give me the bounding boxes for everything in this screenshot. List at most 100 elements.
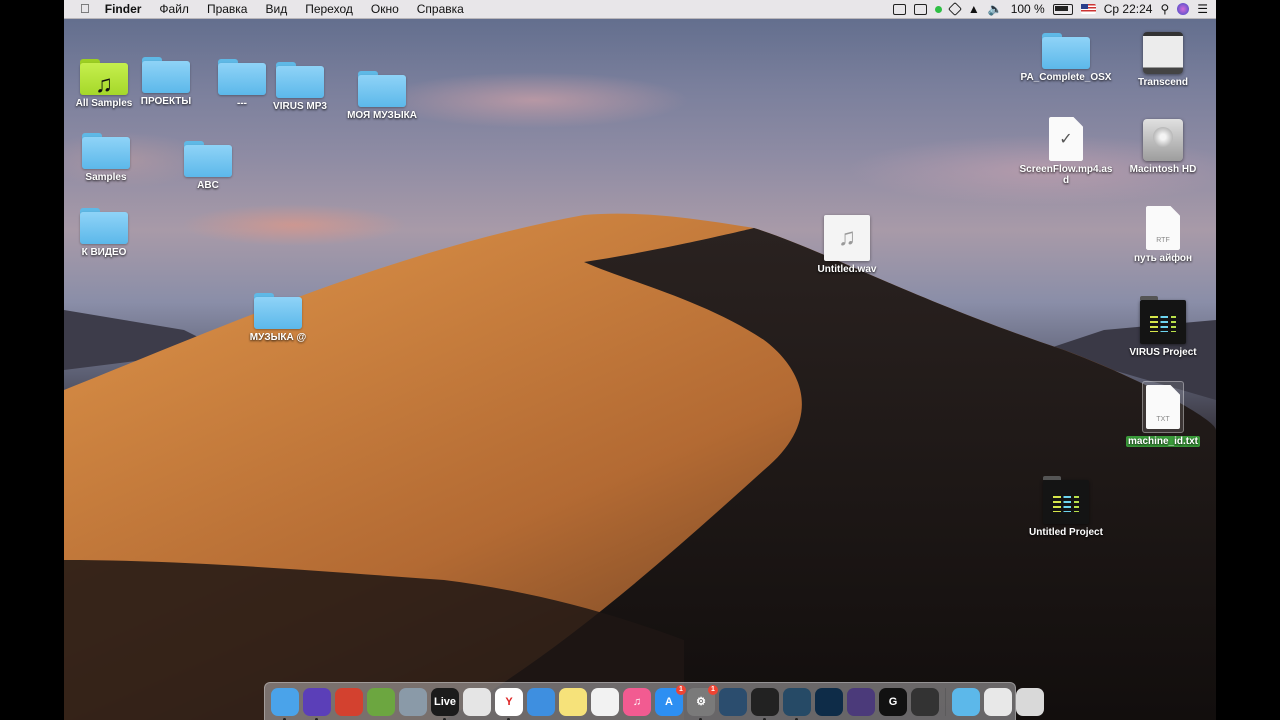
dock-separator — [945, 687, 946, 716]
photos-icon[interactable] — [591, 687, 619, 716]
desktop-item-label: ABC — [197, 180, 219, 191]
desktop-item-label: Transcend — [1137, 77, 1189, 88]
txt-document-icon: TXT — [1146, 385, 1180, 429]
menu-file[interactable]: Файл — [150, 0, 198, 18]
folder-icon — [82, 133, 130, 169]
folder-icon — [254, 293, 302, 329]
folder-icon — [358, 71, 406, 107]
desktop-item-my-music[interactable]: МОЯ МУЗЫКА — [332, 67, 432, 121]
menu-help[interactable]: Справка — [408, 0, 473, 18]
dock-app-glyph: G — [888, 695, 898, 708]
safari-icon[interactable] — [527, 687, 555, 716]
audio-app-icon[interactable] — [815, 687, 843, 716]
photo-booth-icon[interactable] — [335, 687, 363, 716]
flag-us-icon[interactable] — [1080, 4, 1096, 14]
audio-file-icon: ♫ — [824, 215, 870, 261]
status-menus: ▲ 🔈 100 % Ср 22:24 ⚲ ☰ — [892, 0, 1208, 18]
desktop-item-iphone-path[interactable]: RTF путь айфон — [1113, 206, 1213, 264]
ua-meter-icon[interactable] — [751, 687, 779, 720]
app-store-icon[interactable]: A1 — [655, 684, 686, 716]
battery-icon[interactable] — [1052, 3, 1073, 15]
siri-icon[interactable] — [1177, 3, 1190, 15]
screen-record-icon[interactable] — [892, 3, 906, 15]
trash-icon[interactable] — [1016, 687, 1044, 716]
desktop-item-macintosh-hd[interactable]: Macintosh HD — [1113, 119, 1213, 175]
notes-icon[interactable] — [559, 687, 587, 716]
desktop-item-label: PA_Complete_OSX — [1020, 72, 1112, 83]
desktop-item-virus-project[interactable]: VIRUS Project — [1113, 296, 1213, 358]
yandex-icon[interactable]: Y — [495, 687, 523, 720]
memory-icon[interactable] — [367, 687, 395, 716]
dock: Live Y ♫ A 1 ⚙ 1 G — [264, 682, 1044, 720]
desktop-item-music-at[interactable]: МУЗЫКА @ — [228, 289, 328, 343]
documents-stack-icon[interactable] — [984, 687, 1012, 716]
utility-app-icon[interactable] — [911, 687, 939, 716]
dock-app-glyph: A — [665, 695, 673, 708]
desktop-item-label: Untitled Project — [1029, 527, 1103, 538]
folder-icon — [142, 57, 190, 93]
dock-app-glyph: Y — [505, 695, 513, 708]
desktop-screen:  Finder Файл Правка Вид Переход Окно Сп… — [64, 0, 1216, 720]
ua-connect-icon[interactable] — [783, 687, 811, 720]
folder-icon — [184, 141, 232, 177]
app-menu-finder[interactable]: Finder — [96, 0, 151, 18]
desktop-item-transcend[interactable]: Transcend — [1113, 32, 1213, 88]
menu-view[interactable]: Вид — [256, 0, 296, 18]
desktop-item-label: --- — [237, 98, 247, 109]
desktop-item-label: Samples — [85, 172, 127, 183]
desktop-item-abc[interactable]: ABC — [158, 137, 258, 191]
search-icon[interactable]: ⚲ — [1160, 2, 1169, 16]
menu-go[interactable]: Переход — [296, 0, 362, 18]
applications-folder-icon[interactable] — [952, 687, 980, 716]
menu-edit[interactable]: Правка — [198, 0, 257, 18]
desktop-item-label: Untitled.wav — [817, 264, 877, 275]
desktop-item-label: путь айфон — [1133, 253, 1193, 264]
imovie-icon[interactable] — [847, 687, 875, 716]
desktop-item-label: VIRUS MP3 — [273, 101, 327, 112]
launchpad-icon[interactable] — [399, 687, 427, 716]
logitech-icon[interactable]: G — [879, 687, 907, 716]
hard-drive-icon — [1143, 119, 1183, 161]
desktop-item-label: МУЗЫКА @ — [249, 332, 307, 343]
dock-app-glyph: Live — [433, 695, 456, 708]
universal-audio-icon[interactable] — [947, 1, 962, 17]
menu-window[interactable]: Окно — [362, 0, 408, 18]
folder-icon — [80, 208, 128, 244]
desktop-item-untitled-wav[interactable]: ♫ Untitled.wav — [797, 215, 897, 275]
ableton-live-icon[interactable]: Live — [431, 687, 459, 720]
desktop-item-label: Macintosh HD — [1129, 164, 1197, 175]
system-preferences-icon[interactable]: ⚙ 1 — [687, 684, 718, 720]
finder-icon[interactable] — [271, 687, 299, 720]
rtf-document-icon: RTF — [1146, 206, 1180, 250]
desktop-item-label: ScreenFlow.mp4.asd — [1019, 164, 1113, 186]
wifi-icon[interactable]: ▲ — [968, 2, 980, 16]
itunes-icon[interactable]: ♫ — [623, 687, 651, 716]
document-icon: ✓ — [1049, 117, 1083, 161]
desktop-item-label: МОЯ МУЗЫКА — [347, 110, 417, 121]
apple-menu-icon[interactable]:  — [64, 0, 96, 18]
clock[interactable]: Ср 22:24 — [1104, 2, 1153, 16]
dock-app-glyph: ♫ — [632, 695, 642, 708]
dock-app-glyph: ⚙ — [696, 696, 706, 708]
battery-percent[interactable]: 100 % — [1011, 2, 1045, 16]
volume-icon[interactable]: 🔈 — [988, 2, 1003, 16]
desktop-item-label: ПРОЕКТЫ — [140, 96, 192, 107]
chrome-icon[interactable] — [463, 687, 491, 716]
desktop-item-label-selected: machine_id.txt — [1125, 436, 1201, 447]
siri-icon[interactable] — [303, 687, 331, 720]
notification-badge: 1 — [676, 684, 686, 695]
desktop-item-machine-id[interactable]: TXT machine_id.txt — [1113, 381, 1213, 447]
grid-icon[interactable] — [913, 3, 927, 15]
desktop-item-untitled-project[interactable]: Untitled Project — [1016, 476, 1116, 538]
status-dot-icon[interactable] — [934, 5, 942, 13]
folder-icon — [1042, 33, 1090, 69]
desktop-item-screenflow-asd[interactable]: ✓ ScreenFlow.mp4.asd — [1016, 117, 1116, 186]
menu-list-icon[interactable]: ☰ — [1197, 2, 1208, 16]
desktop-item-pa-complete[interactable]: PA_Complete_OSX — [1016, 29, 1116, 83]
desktop-item-label: К ВИДЕО — [81, 247, 127, 258]
selection-highlight: TXT — [1142, 381, 1184, 433]
desktop-item-samples[interactable]: Samples — [64, 129, 156, 183]
desktop-item-to-video[interactable]: К ВИДЕО — [64, 204, 154, 258]
ua-console-icon[interactable] — [719, 687, 747, 716]
folder-icon — [276, 62, 324, 98]
